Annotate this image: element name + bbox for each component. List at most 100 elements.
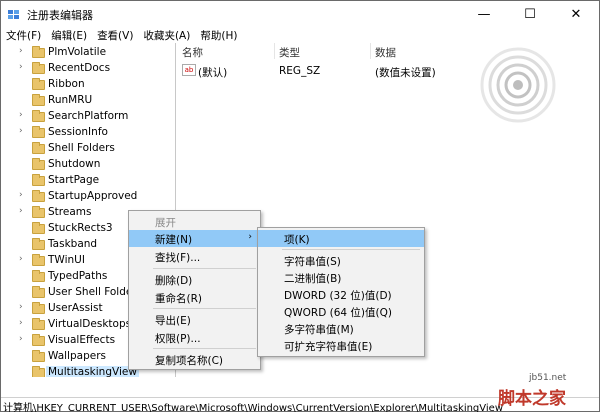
minimize-button[interactable]: — [461, 1, 507, 27]
tree-item-label: SearchPlatform [48, 110, 129, 122]
registry-app-icon [8, 10, 19, 19]
folder-icon [32, 318, 45, 330]
tree-item-label: StartupApproved [48, 190, 138, 202]
tree-item[interactable]: Ribbon [1, 77, 175, 93]
menu-file[interactable]: 文件(F) [1, 27, 46, 43]
tree-item-label: TWinUI [48, 254, 85, 266]
column-separator[interactable] [370, 43, 371, 59]
tree-item[interactable]: › PlmVolatile [1, 45, 175, 61]
submenu-item-expandable-string-value[interactable]: 可扩充字符串值(E) [258, 337, 424, 354]
menu-view[interactable]: 查看(V) [92, 27, 138, 43]
folder-icon [32, 334, 45, 346]
chevron-right-icon[interactable]: › [19, 62, 29, 76]
tree-item-label: StartPage [48, 174, 100, 186]
folder-icon [32, 366, 45, 377]
menu-item-copy-key-name[interactable]: 复制项名称(C) [129, 351, 260, 368]
tree-item[interactable]: RunMRU [1, 93, 175, 109]
menu-item-new[interactable]: 新建(N) › [129, 230, 260, 247]
maximize-button[interactable]: ☐ [507, 1, 553, 27]
tree-item-label: Shell Folders [48, 142, 115, 154]
tree-item-label: UserAssist [48, 302, 103, 314]
folder-icon [32, 110, 45, 122]
menu-help[interactable]: 帮助(H) [195, 27, 242, 43]
tree-item[interactable]: StartPage [1, 173, 175, 189]
folder-icon [32, 238, 45, 250]
submenu-item-dword-value[interactable]: DWORD (32 位)值(D) [258, 286, 424, 303]
tree-item[interactable]: › SearchPlatform [1, 109, 175, 125]
folder-icon [32, 142, 45, 154]
chevron-right-icon[interactable]: › [19, 206, 29, 220]
chevron-right-icon[interactable]: › [19, 318, 29, 332]
menu-edit[interactable]: 编辑(E) [46, 27, 92, 43]
value-data: (数值未设置) [375, 67, 436, 79]
string-value-icon: ab [182, 64, 196, 76]
folder-icon [32, 350, 45, 362]
folder-icon [32, 174, 45, 186]
column-header-name[interactable]: 名称 [182, 45, 203, 60]
submenu-item-string-value[interactable]: 字符串值(S) [258, 252, 424, 269]
chevron-right-icon: › [248, 232, 252, 242]
title-bar[interactable]: 注册表编辑器 — ☐ ✕ [1, 1, 599, 27]
column-header-type[interactable]: 类型 [279, 45, 300, 60]
column-separator[interactable] [274, 43, 275, 59]
menu-separator [153, 348, 256, 349]
tree-item[interactable]: Shutdown [1, 157, 175, 173]
folder-icon [32, 286, 45, 298]
folder-icon [32, 254, 45, 266]
menu-item-export[interactable]: 导出(E) [129, 311, 260, 328]
tree-item[interactable]: › SessionInfo [1, 125, 175, 141]
folder-icon [32, 222, 45, 234]
submenu-item-qword-value[interactable]: QWORD (64 位)值(Q) [258, 303, 424, 320]
folder-icon [32, 94, 45, 106]
menu-separator [282, 249, 420, 250]
tree-item-label: TypedPaths [48, 270, 108, 282]
watermark-name: 脚本之家 [498, 389, 566, 409]
chevron-right-icon[interactable]: › [19, 110, 29, 124]
tree-item-label: VirtualDesktops [48, 318, 132, 330]
submenu-item-binary-value[interactable]: 二进制值(B) [258, 269, 424, 286]
chevron-right-icon[interactable]: › [19, 126, 29, 140]
menu-separator [153, 308, 256, 309]
tree-item[interactable]: Shell Folders [1, 141, 175, 157]
folder-icon [32, 190, 45, 202]
tree-item-label: RunMRU [48, 94, 93, 106]
tree-item-label: RecentDocs [48, 62, 111, 74]
chevron-right-icon[interactable]: › [19, 334, 29, 348]
window-title: 注册表编辑器 [27, 9, 93, 22]
column-header-data[interactable]: 数据 [375, 45, 396, 60]
folder-icon [32, 302, 45, 314]
chevron-right-icon[interactable]: › [19, 302, 29, 316]
menu-item-expand[interactable]: 展开 [129, 213, 260, 230]
tree-item-label: StuckRects3 [48, 222, 113, 234]
menu-favorites[interactable]: 收藏夹(A) [138, 27, 195, 43]
chevron-right-icon[interactable]: › [19, 254, 29, 268]
tree-item-label: Ribbon [48, 78, 85, 90]
menu-item-new-label: 新建(N) [155, 234, 193, 246]
menu-separator [153, 268, 256, 269]
folder-icon [32, 126, 45, 138]
folder-icon [32, 46, 45, 58]
menu-item-find[interactable]: 查找(F)... [129, 248, 260, 265]
decorative-swirl-graphic [480, 47, 556, 123]
tree-item-label: Streams [48, 206, 92, 218]
tree-item[interactable]: › RecentDocs [1, 61, 175, 77]
menu-item-delete[interactable]: 删除(D) [129, 271, 260, 288]
value-type: REG_SZ [279, 65, 321, 77]
close-button[interactable]: ✕ [553, 1, 599, 27]
new-submenu: 项(K) 字符串值(S) 二进制值(B) DWORD (32 位)值(D) QW… [257, 227, 425, 357]
tree-item-label: Taskband [48, 238, 98, 250]
tree-item[interactable]: › StartupApproved [1, 189, 175, 205]
watermark-site: jb51.net [529, 373, 567, 383]
menu-item-permissions[interactable]: 权限(P)... [129, 329, 260, 346]
folder-icon [32, 158, 45, 170]
submenu-item-multi-string-value[interactable]: 多字符串值(M) [258, 320, 424, 337]
folder-icon [32, 62, 45, 74]
tree-item-label: VisualEffects [48, 334, 116, 346]
chevron-right-icon[interactable]: › [19, 46, 29, 60]
registry-editor-window: 注册表编辑器 — ☐ ✕ 文件(F) 编辑(E) 查看(V) 收藏夹(A) 帮助… [0, 0, 600, 412]
chevron-right-icon[interactable]: › [19, 190, 29, 204]
submenu-item-key[interactable]: 项(K) [258, 230, 424, 247]
menu-item-rename[interactable]: 重命名(R) [129, 289, 260, 306]
folder-icon [32, 78, 45, 90]
value-name: (默认) [198, 67, 228, 79]
